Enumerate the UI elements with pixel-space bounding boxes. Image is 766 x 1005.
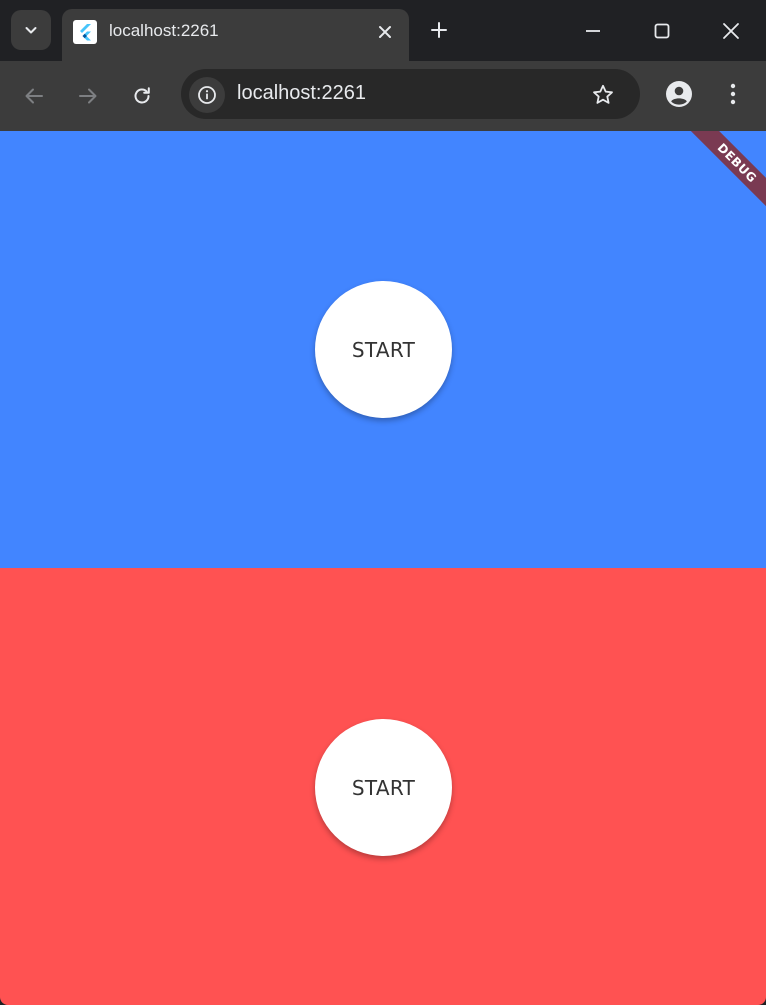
flutter-logo-icon — [73, 20, 97, 44]
maximize-icon — [654, 23, 670, 39]
new-tab-button[interactable] — [426, 17, 452, 43]
arrow-right-icon — [79, 88, 97, 104]
browser-window: localhost:2261 localhost:2261 START STAR… — [0, 0, 766, 1005]
tab-title: localhost:2261 — [109, 21, 219, 40]
chevron-down-icon — [25, 27, 37, 34]
profile-button[interactable] — [662, 77, 696, 111]
back-button[interactable] — [18, 80, 50, 112]
maximize-button[interactable] — [640, 9, 684, 53]
forward-button[interactable] — [72, 80, 104, 112]
tab-close-button[interactable] — [373, 20, 397, 44]
bottom-start-button[interactable]: START — [315, 719, 452, 856]
url-text[interactable]: localhost:2261 — [237, 82, 366, 105]
window-close-button[interactable] — [709, 9, 753, 53]
tab-search-button[interactable] — [11, 10, 51, 50]
bookmark-button[interactable] — [587, 81, 619, 109]
minimize-button[interactable] — [571, 9, 615, 53]
plus-icon — [431, 22, 447, 38]
bottom-player-area[interactable]: START — [0, 568, 766, 1005]
person-icon — [666, 81, 692, 107]
info-icon — [198, 86, 216, 104]
minimize-icon — [586, 30, 600, 32]
browser-menu-button[interactable] — [718, 77, 748, 111]
site-info-button[interactable] — [189, 77, 225, 113]
top-player-area[interactable]: START — [0, 131, 766, 568]
more-vertical-icon — [730, 83, 736, 105]
reload-icon — [134, 87, 150, 104]
tab-strip: localhost:2261 — [0, 0, 766, 61]
star-icon — [593, 84, 613, 104]
browser-toolbar: localhost:2261 — [0, 61, 766, 131]
arrow-left-icon — [25, 88, 43, 104]
reload-button[interactable] — [126, 80, 158, 112]
close-icon — [723, 23, 739, 39]
address-bar[interactable]: localhost:2261 — [181, 69, 640, 119]
close-icon — [379, 26, 391, 38]
app-content: START START DEBUG — [0, 131, 766, 1005]
top-start-button[interactable]: START — [315, 281, 452, 418]
active-tab[interactable]: localhost:2261 — [62, 9, 409, 61]
